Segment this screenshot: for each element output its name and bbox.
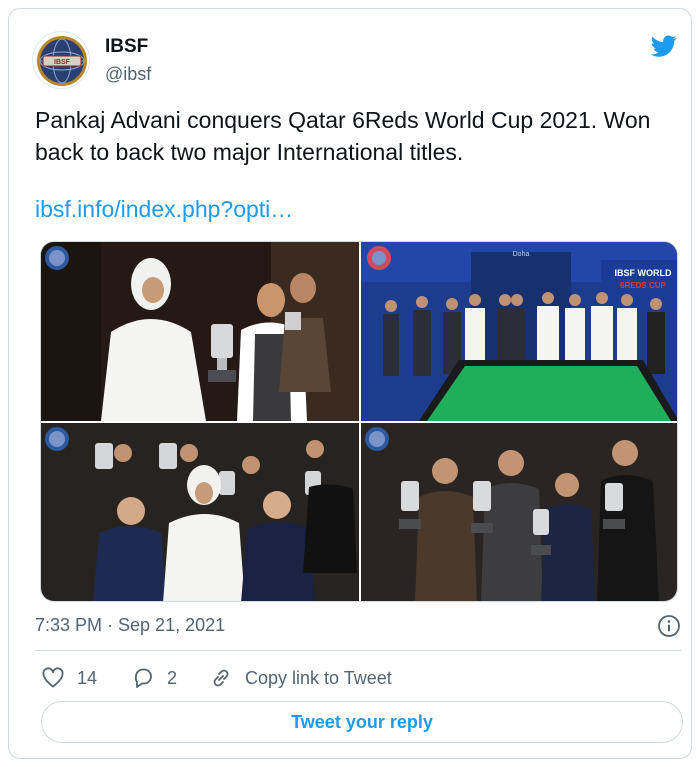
copy-link-label: Copy link to Tweet (245, 667, 392, 688)
divider (35, 650, 681, 651)
twitter-bird-icon[interactable] (649, 33, 679, 59)
account-name[interactable]: IBSF (105, 36, 148, 58)
photo-trophy-presentation[interactable] (41, 242, 359, 421)
reply-count: 2 (167, 667, 178, 688)
avatar[interactable]: IBSF (32, 31, 90, 89)
info-icon[interactable] (657, 614, 681, 638)
reply-bubble-icon (134, 668, 152, 688)
tweet-card: IBSF IBSF @ibsf Pankaj Advani conquers Q… (8, 8, 692, 759)
sponsor-text: Doha (513, 251, 530, 258)
banner-subtext: 6REDS CUP (620, 281, 666, 290)
reply-button[interactable]: 2 (131, 665, 177, 691)
copy-link-button[interactable]: Copy link to Tweet (209, 665, 392, 691)
ibsf-logo: IBSF (34, 33, 89, 88)
like-count: 14 (77, 667, 98, 688)
banner-text: IBSF WORLD (615, 268, 672, 278)
tweet-your-reply-button[interactable]: Tweet your reply (41, 701, 683, 743)
account-handle[interactable]: @ibsf (105, 64, 151, 85)
link-icon (213, 669, 229, 687)
photo-group-pool-table[interactable]: IBSF WORLD 6REDS CUP Doha (361, 242, 677, 421)
tweet-text: Pankaj Advani conquers Qatar 6Reds World… (35, 107, 651, 165)
tweet-link[interactable]: ibsf.info/index.php?opti… (35, 196, 293, 223)
media-grid: IBSF WORLD 6REDS CUP Doha (40, 241, 678, 602)
avatar-text: IBSF (54, 59, 71, 66)
tweet-timestamp[interactable]: 7:33 PM · Sep 21, 2021 (35, 615, 225, 636)
heart-icon (42, 667, 64, 688)
like-button[interactable]: 14 (41, 665, 97, 691)
photo-winners-with-officials[interactable] (41, 423, 359, 601)
photo-four-winners[interactable] (361, 423, 677, 601)
